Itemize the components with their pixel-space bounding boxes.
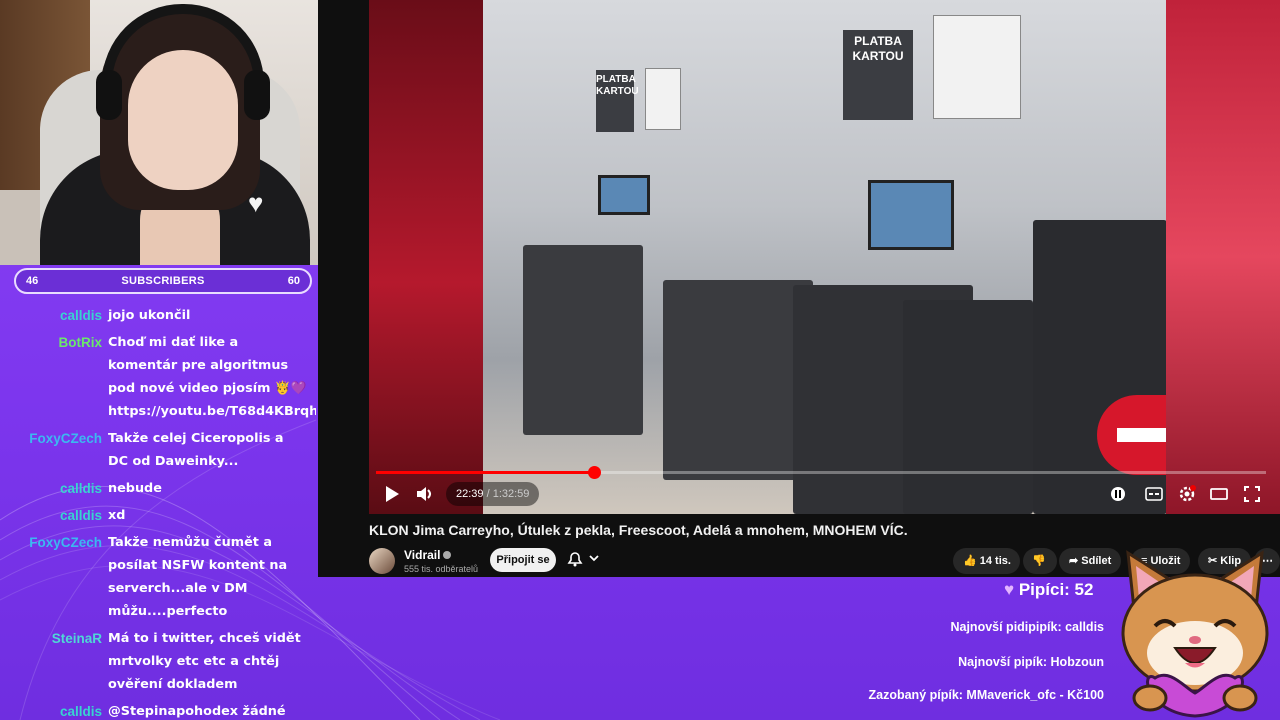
chat-username: FoxyCZech bbox=[29, 535, 102, 550]
chat-text: @Stepinapohodex žádné submisvni muže bbox=[108, 704, 286, 719]
time-display: 22:39 / 1:32:59 bbox=[446, 482, 540, 506]
gear-icon bbox=[1179, 485, 1196, 502]
settings-button[interactable] bbox=[1177, 484, 1197, 504]
share-label: Sdílet bbox=[1081, 555, 1112, 567]
channel-name[interactable]: Vidrail bbox=[404, 548, 440, 562]
platba-kartou-sign: PLATBA KARTOU bbox=[596, 70, 639, 132]
heart-icon: ♥ bbox=[1004, 580, 1015, 599]
kiosk-screen bbox=[598, 175, 650, 215]
platba-kartou-sign: PLATBA KARTOU bbox=[843, 30, 913, 120]
time-duration: 1:32:59 bbox=[492, 488, 530, 500]
chat-text: Takže nemůžu čumět a posílat NSFW konten… bbox=[108, 535, 288, 619]
chat-message: SteinaR Má to i twitter, chceš vidět mrt… bbox=[0, 627, 316, 696]
chat-message: BotRix Choď mi dať like a komentár pre a… bbox=[0, 331, 317, 423]
subscribers-goal: 60 bbox=[287, 275, 300, 287]
chat-text: xd bbox=[108, 508, 126, 523]
progress-scrubber[interactable] bbox=[588, 466, 602, 479]
channel-subscribers: 555 tis. odběratelů bbox=[404, 564, 479, 574]
chat-username: calldis bbox=[59, 308, 102, 323]
chat-username: FoxyCZech bbox=[29, 431, 102, 446]
volume-icon bbox=[417, 487, 431, 501]
chat-text: Má to i twitter, chceš vidět mrtvolky et… bbox=[108, 631, 301, 692]
subtitles-icon bbox=[1145, 487, 1163, 501]
progress-fill bbox=[376, 471, 595, 474]
like-button[interactable]: 👍 14 tis. bbox=[953, 548, 1020, 574]
chat-username: BotRix bbox=[58, 335, 103, 350]
video-frame-content: PLATBA KARTOU PLATBA KARTOU bbox=[483, 0, 1166, 514]
play-icon bbox=[386, 486, 399, 502]
subscribers-goal-bar: 46 SUBSCRIBERS 60 bbox=[14, 268, 312, 294]
chat-text: Takže celej Ciceropolis a DC od Daweinky… bbox=[108, 431, 284, 469]
chat-box: calldis jojo ukončil BotRix Choď mi dať … bbox=[0, 300, 316, 720]
chat-message: FoxyCZech Takže nemůžu čumět a posílat N… bbox=[0, 531, 316, 623]
video-title: KLON Jima Carreyho, Útulek z pekla, Free… bbox=[369, 522, 908, 538]
pipici-text: Pipíci: 52 bbox=[1018, 580, 1094, 599]
chat-message: calldis nebude bbox=[0, 477, 316, 500]
time-separator: / bbox=[483, 488, 493, 500]
video-frame-left-blur bbox=[369, 0, 483, 514]
progress-bar[interactable] bbox=[376, 466, 1266, 479]
subscribers-label: SUBSCRIBERS bbox=[121, 275, 205, 287]
subtitles-button[interactable] bbox=[1144, 484, 1164, 504]
theater-icon bbox=[1210, 488, 1228, 500]
thumbs-down-icon: 👎 bbox=[1032, 555, 1046, 567]
cat-mascot-image bbox=[1110, 548, 1280, 720]
volume-button[interactable] bbox=[416, 485, 434, 508]
like-count: 14 tis. bbox=[979, 555, 1011, 567]
chat-text: nebude bbox=[108, 481, 162, 496]
chat-username: calldis bbox=[59, 481, 102, 496]
checkout-kiosk bbox=[663, 280, 813, 480]
chat-message: calldis @Stepinapohodex žádné submisvni … bbox=[0, 700, 316, 720]
chat-message: FoxyCZech Takže celej Ciceropolis a DC o… bbox=[0, 427, 316, 473]
video-player[interactable]: PLATBA KARTOU PLATBA KARTOU 22:39 / 1:32… bbox=[318, 0, 1280, 577]
autoplay-toggle[interactable] bbox=[1108, 484, 1128, 504]
theater-button[interactable] bbox=[1209, 484, 1229, 504]
channel-name-row[interactable]: Vidrail bbox=[404, 548, 452, 562]
top-donor: Zazobaný pípík: MMaverick_ofc - Kč100 bbox=[868, 688, 1105, 702]
notice-sign bbox=[933, 15, 1021, 119]
subscribers-current: 46 bbox=[26, 275, 39, 287]
cat-icon bbox=[1121, 550, 1269, 718]
chat-username: calldis bbox=[59, 704, 102, 719]
headset-ear-right bbox=[244, 70, 270, 120]
chat-message: calldis xd bbox=[0, 504, 316, 527]
verified-icon bbox=[443, 551, 452, 559]
thumbs-up-icon: 👍 bbox=[963, 555, 977, 567]
video-frame[interactable]: PLATBA KARTOU PLATBA KARTOU bbox=[369, 0, 1166, 514]
notice-sign bbox=[645, 68, 681, 130]
play-button[interactable] bbox=[384, 485, 400, 508]
latest-follower: Najnovší pipík: Hobzoun bbox=[958, 655, 1104, 669]
bell-icon bbox=[567, 552, 599, 567]
chat-username: calldis bbox=[59, 508, 102, 523]
webcam-feed: ♥ bbox=[0, 0, 318, 265]
join-button[interactable]: Připojit se bbox=[490, 548, 556, 572]
chat-text: jojo ukončil bbox=[108, 308, 191, 323]
chat-text: Choď mi dať like a komentár pre algoritm… bbox=[108, 335, 316, 419]
checkout-kiosk bbox=[903, 300, 1033, 514]
kiosk-screen bbox=[868, 180, 954, 250]
chat-username: SteinaR bbox=[51, 631, 102, 646]
latest-subscriber: Najnovší pidipipík: calldis bbox=[950, 620, 1104, 634]
pause-small-icon bbox=[1111, 487, 1125, 501]
channel-avatar[interactable] bbox=[369, 548, 395, 574]
time-current: 22:39 bbox=[456, 488, 484, 500]
no-entry-bar bbox=[1117, 428, 1166, 442]
pipici-counter: ♥ Pipíci: 52 bbox=[1004, 580, 1093, 600]
dislike-button[interactable]: 👎 bbox=[1023, 548, 1057, 574]
share-icon: ➦ bbox=[1069, 555, 1079, 567]
fullscreen-icon bbox=[1244, 486, 1260, 502]
fullscreen-button[interactable] bbox=[1242, 484, 1262, 504]
notification-bell-button[interactable] bbox=[566, 550, 600, 571]
video-frame-right-blur bbox=[1166, 0, 1280, 514]
heart-icon: ♥ bbox=[248, 188, 264, 218]
chat-message: calldis jojo ukončil bbox=[0, 304, 316, 327]
headset-ear-left bbox=[96, 70, 122, 120]
checkout-kiosk bbox=[523, 245, 643, 435]
